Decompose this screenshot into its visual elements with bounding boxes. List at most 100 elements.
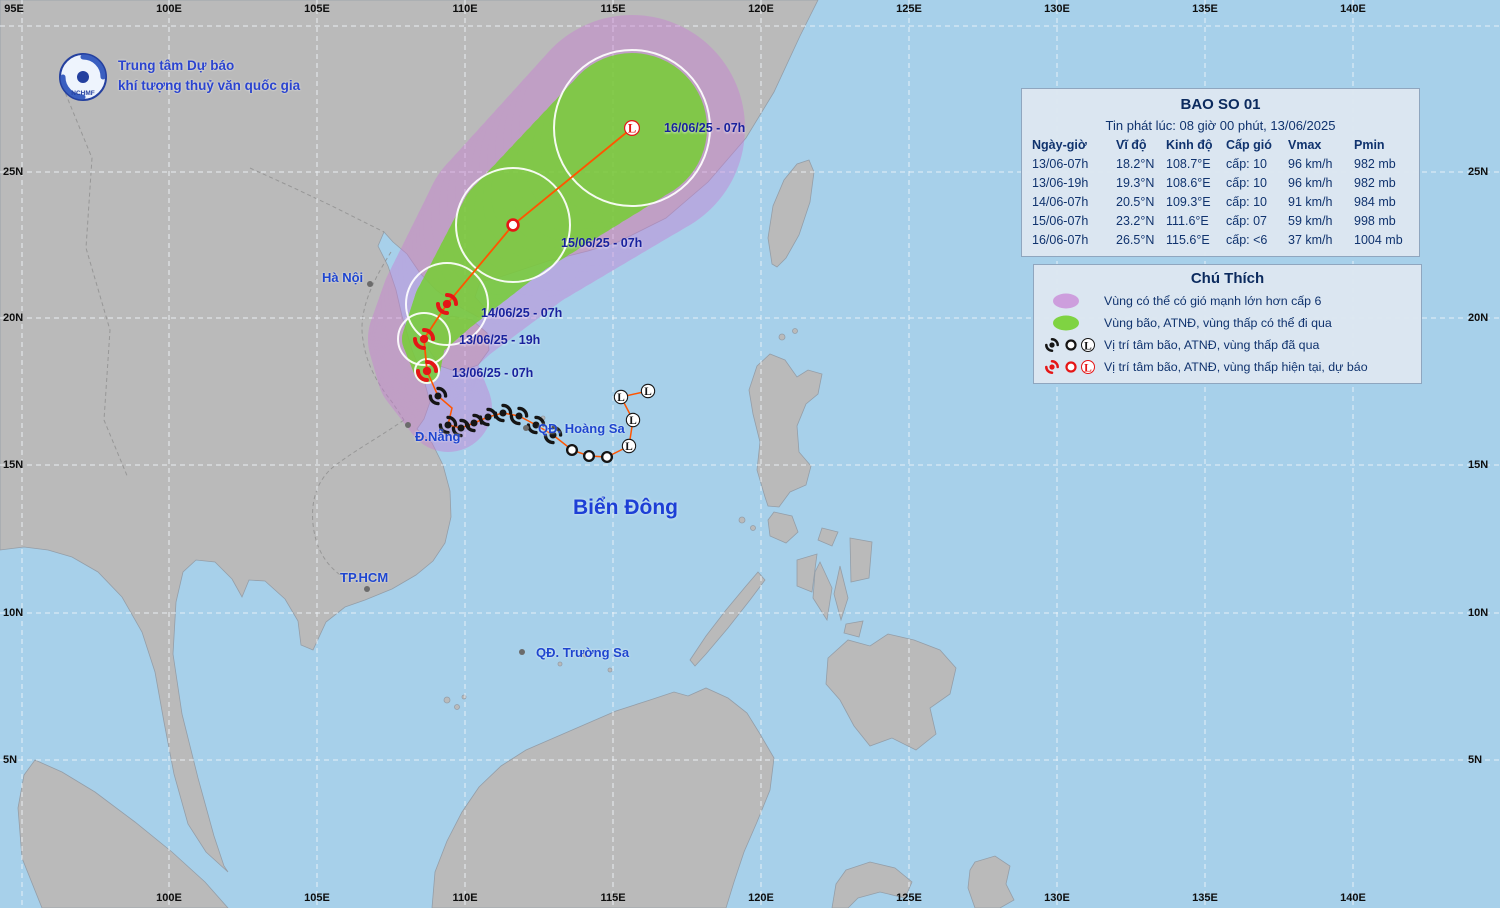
- storm-table-header-cell: Cấp gió: [1226, 138, 1272, 152]
- storm-table-cell: 1004 mb: [1354, 233, 1403, 247]
- storm-table-row: 13/06-19h 19.3°N 108.6°E cấp: 10 96 km/h 982 …: [1022, 174, 1419, 193]
- axis-label-left: 20N: [3, 312, 24, 324]
- axis-label-top: 130E: [1044, 3, 1070, 15]
- axis-label-top: 140E: [1340, 3, 1366, 15]
- axis-label-top: 120E: [748, 3, 774, 15]
- sea-name-label: Biển Đông: [573, 496, 678, 519]
- city-dot: [405, 422, 411, 428]
- city-label: Hà Nội: [322, 270, 364, 285]
- storm-table-cell: 998 mb: [1354, 214, 1396, 228]
- storm-table-row: 13/06-07h 18.2°N 108.7°E cấp: 10 96 km/h 982 …: [1022, 155, 1419, 174]
- storm-table-cell: 20.5°N: [1116, 195, 1155, 209]
- storm-forecast-map-app: LLLLL NCHMF Trung tâm Dự báo khí tượng t…: [0, 0, 1500, 908]
- small-island: [738, 516, 746, 524]
- axis-label-right: 5N: [1468, 754, 1483, 766]
- svg-text:L: L: [1084, 340, 1092, 352]
- legend-item-text: Vị trí tâm bão, ATNĐ, vùng thấp đã qua: [1104, 338, 1320, 352]
- legend-item-text: Vùng có thể có gió mạnh lớn hơn cấp 6: [1104, 294, 1322, 308]
- storm-table-row: 14/06-07h 20.5°N 109.3°E cấp: 10 91 km/h 984 …: [1022, 193, 1419, 212]
- storm-title: BAO SO 01: [1180, 96, 1261, 113]
- agency-logo: NCHMF Trung tâm Dự báo khí tượng thuỷ vă…: [58, 52, 300, 102]
- axis-label-top: 125E: [896, 3, 922, 15]
- storm-table-header-cell: Ngày-giờ: [1032, 138, 1087, 152]
- legend-panel: Chú Thích Vùng có thể có gió mạnh lớn hơ…: [1033, 264, 1422, 384]
- storm-table-header-cell: Kinh độ: [1166, 138, 1213, 152]
- city-label: QĐ. Trường Sa: [536, 645, 630, 660]
- legend-item: Vùng bão, ATNĐ, vùng thấp có thể đi qua: [1034, 312, 1421, 334]
- storm-table-header-row: Ngày-giờ Vĩ độ Kinh độ Cấp gió Vmax Pmin: [1022, 136, 1419, 155]
- axis-label-right: 25N: [1468, 166, 1489, 178]
- track-date-label: 15/06/25 - 07h: [561, 236, 643, 250]
- storm-table-cell: 26.5°N: [1116, 233, 1155, 247]
- city-dot: [364, 586, 370, 592]
- logo-badge-text: NCHMF: [71, 90, 94, 97]
- forecast-position-marker-l: L: [623, 119, 641, 137]
- storm-table-header-cell: Vmax: [1288, 138, 1322, 152]
- storm-table-cell: 59 km/h: [1288, 214, 1333, 228]
- storm-table-cell: 16/06-07h: [1032, 233, 1089, 247]
- legend-item: L Vị trí tâm bão, ATNĐ, vùng thấp hiện tạ…: [1034, 356, 1421, 378]
- svg-text:L: L: [625, 441, 633, 453]
- axis-label-left: 25N: [3, 166, 24, 178]
- storm-table-cell: 15/06-07h: [1032, 214, 1089, 228]
- storm-data-table: Ngày-giờ Vĩ độ Kinh độ Cấp gió Vmax Pmin 13/06…: [1022, 136, 1419, 250]
- storm-table-cell: 982 mb: [1354, 157, 1396, 171]
- city-dot: [523, 425, 529, 431]
- nchmf-logo-icon: NCHMF: [59, 53, 107, 101]
- storm-table-cell: 96 km/h: [1288, 157, 1333, 171]
- axis-label-bottom: 130E: [1044, 892, 1070, 904]
- storm-table-cell: 109.3°E: [1166, 195, 1211, 209]
- past-position-marker-l: L: [640, 383, 656, 399]
- storm-table-cell: cấp: 07: [1226, 214, 1268, 228]
- storm-table-cell: 96 km/h: [1288, 176, 1333, 190]
- axis-label-bottom: 125E: [896, 892, 922, 904]
- past-position-marker-o: [600, 450, 614, 464]
- axis-label-top: 95E: [4, 3, 24, 15]
- track-date-label: 16/06/25 - 07h: [664, 121, 746, 135]
- axis-label-top: 115E: [600, 3, 626, 15]
- legend-item-text: Vị trí tâm bão, ATNĐ, vùng thấp hiện tại…: [1104, 360, 1368, 374]
- svg-text:L: L: [1084, 362, 1092, 374]
- storm-table-cell: cấp: 10: [1226, 157, 1268, 171]
- storm-table-cell: cấp: 10: [1226, 195, 1268, 209]
- forecast-symbols-icon: L: [1045, 360, 1095, 374]
- axis-label-bottom: 100E: [156, 892, 182, 904]
- axis-label-bottom: 110E: [452, 892, 478, 904]
- land-samar: [849, 537, 873, 583]
- axis-label-top: 105E: [304, 3, 330, 15]
- small-island: [557, 661, 563, 667]
- storm-table-cell: 18.2°N: [1116, 157, 1155, 171]
- storm-info-panel: BAO SO 01 Tin phát lúc: 08 giờ 00 phút, …: [1021, 88, 1420, 257]
- small-island: [792, 328, 798, 334]
- past-symbols-icon: L: [1045, 338, 1095, 352]
- past-position-marker-o: [565, 443, 579, 457]
- storm-table-cell: 19.3°N: [1116, 176, 1155, 190]
- legend-item-text: Vùng bão, ATNĐ, vùng thấp có thể đi qua: [1104, 316, 1332, 330]
- forecast-position-marker-o: [506, 218, 520, 232]
- agency-name-line2: khí tượng thuỷ văn quốc gia: [118, 77, 301, 93]
- axis-label-right: 10N: [1468, 607, 1489, 619]
- storm-issue-time: Tin phát lúc: 08 giờ 00 phút, 13/06/2025: [1105, 118, 1336, 133]
- axis-label-bottom: 120E: [748, 892, 774, 904]
- track-date-label: 13/06/25 - 07h: [452, 366, 534, 380]
- axis-label-right: 20N: [1468, 312, 1489, 324]
- track-date-label: 14/06/25 - 07h: [481, 306, 563, 320]
- legend-title: Chú Thích: [1190, 270, 1265, 287]
- past-position-marker-l: L: [621, 438, 637, 454]
- storm-table-cell: 91 km/h: [1288, 195, 1333, 209]
- storm-table-cell: 984 mb: [1354, 195, 1396, 209]
- past-position-marker-l: L: [625, 412, 641, 428]
- storm-table-cell: 13/06-07h: [1032, 157, 1089, 171]
- purple-ellipse-icon: [1053, 293, 1079, 309]
- storm-table-cell: 37 km/h: [1288, 233, 1333, 247]
- past-position-marker-o: [582, 449, 596, 463]
- svg-text:L: L: [628, 121, 636, 135]
- city-label: TP.HCM: [340, 570, 389, 585]
- city-dot: [519, 649, 525, 655]
- storm-table-row: 15/06-07h 23.2°N 111.6°E cấp: 07 59 km/h 998 …: [1022, 212, 1419, 231]
- small-island: [607, 667, 613, 673]
- storm-table-cell: 108.6°E: [1166, 176, 1211, 190]
- legend-item: Vùng có thể có gió mạnh lớn hơn cấp 6: [1034, 290, 1421, 312]
- track-date-label: 13/06/25 - 19h: [459, 333, 541, 347]
- storm-table-header-cell: Pmin: [1354, 138, 1385, 152]
